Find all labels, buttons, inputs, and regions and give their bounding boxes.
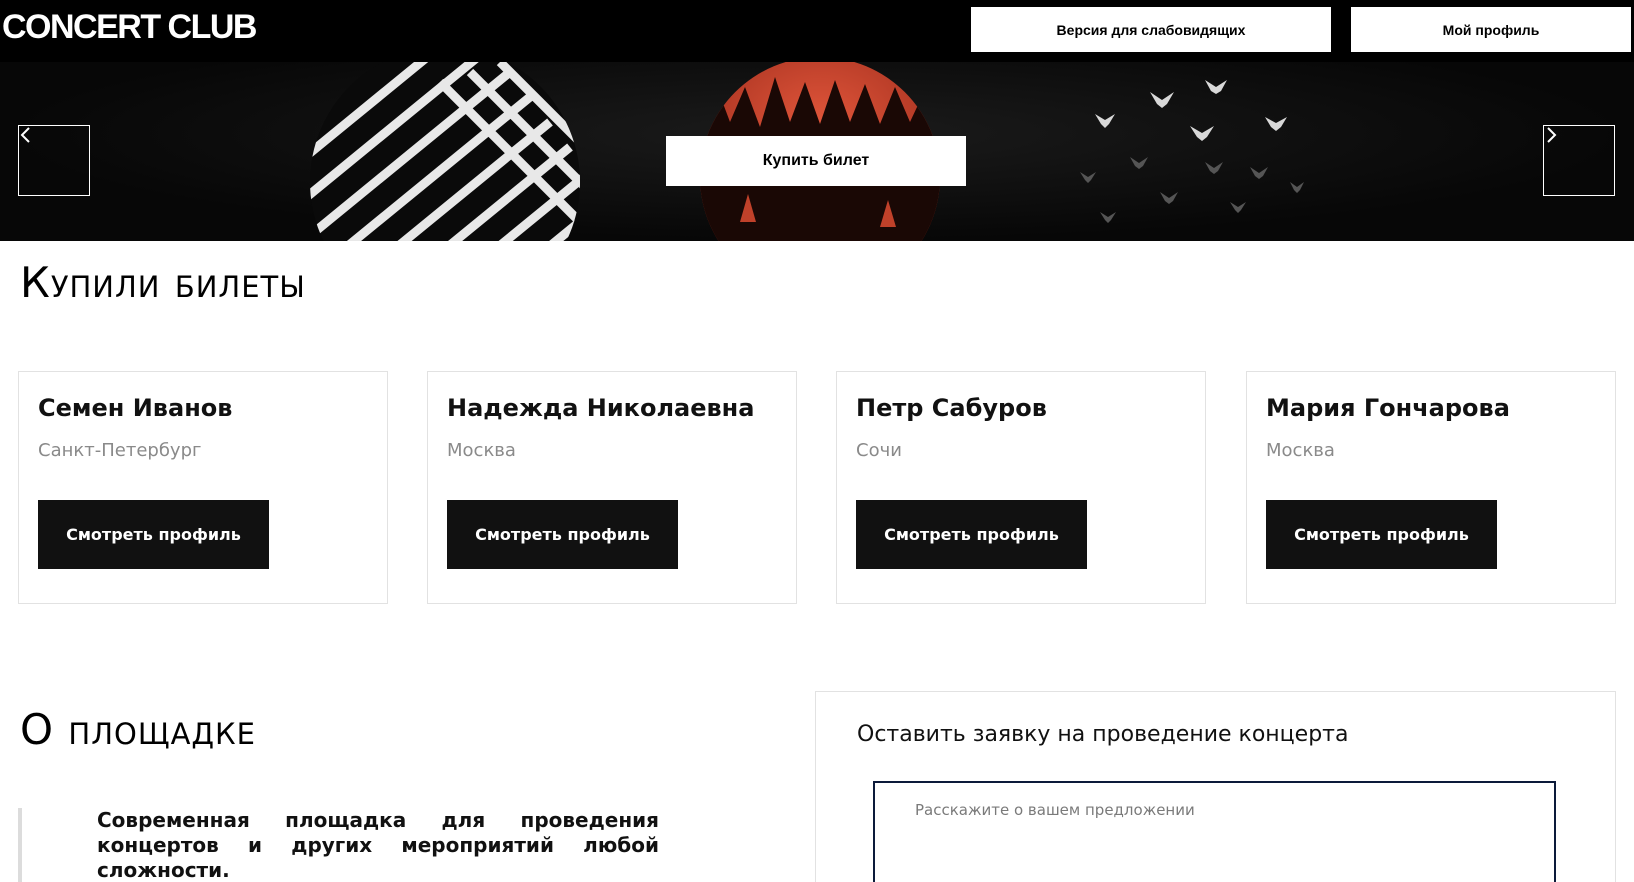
about-section-title: О площадке: [20, 705, 256, 754]
view-profile-button[interactable]: Смотреть профиль: [38, 500, 269, 569]
buyer-city: Москва: [447, 440, 516, 461]
buyer-name: Петр Сабуров: [856, 394, 1047, 422]
view-profile-button[interactable]: Смотреть профиль: [447, 500, 678, 569]
buyers-section-title: Купили билеты: [20, 258, 306, 307]
buyer-card: Надежда Николаевна Москва Смотреть профи…: [427, 371, 797, 604]
buyer-city: Москва: [1266, 440, 1335, 461]
slider-next-button[interactable]: [1543, 125, 1615, 196]
chevron-right-icon: [1547, 127, 1557, 143]
chevron-left-icon: [20, 127, 30, 143]
request-textarea[interactable]: [873, 781, 1556, 882]
top-navbar: CONCERT CLUB Версия для слабовидящих Мой…: [0, 0, 1634, 62]
buyer-city: Сочи: [856, 440, 902, 461]
view-profile-button[interactable]: Смотреть профиль: [856, 500, 1087, 569]
request-form-title: Оставить заявку на проведение концерта: [857, 722, 1349, 747]
concert-request-form: Оставить заявку на проведение концерта: [815, 691, 1616, 882]
hero-slider: Купить билет: [0, 62, 1634, 241]
accessibility-version-button[interactable]: Версия для слабовидящих: [971, 7, 1331, 52]
view-profile-button[interactable]: Смотреть профиль: [1266, 500, 1497, 569]
buy-ticket-button[interactable]: Купить билет: [666, 136, 966, 186]
buyer-name: Мария Гончарова: [1266, 394, 1510, 422]
about-description: Современная площадка для проведения конц…: [97, 808, 659, 882]
buyer-name: Надежда Николаевна: [447, 394, 755, 422]
buyer-city: Санкт-Петербург: [38, 440, 202, 461]
buyer-card: Семен Иванов Санкт-Петербург Смотреть пр…: [18, 371, 388, 604]
buyer-card: Петр Сабуров Сочи Смотреть профиль: [836, 371, 1206, 604]
logo[interactable]: CONCERT CLUB: [2, 8, 257, 47]
my-profile-button[interactable]: Мой профиль: [1351, 7, 1631, 52]
buyer-card: Мария Гончарова Москва Смотреть профиль: [1246, 371, 1616, 604]
slider-prev-button[interactable]: [18, 125, 90, 196]
quote-bar: [18, 808, 22, 882]
buyer-name: Семен Иванов: [38, 394, 233, 422]
